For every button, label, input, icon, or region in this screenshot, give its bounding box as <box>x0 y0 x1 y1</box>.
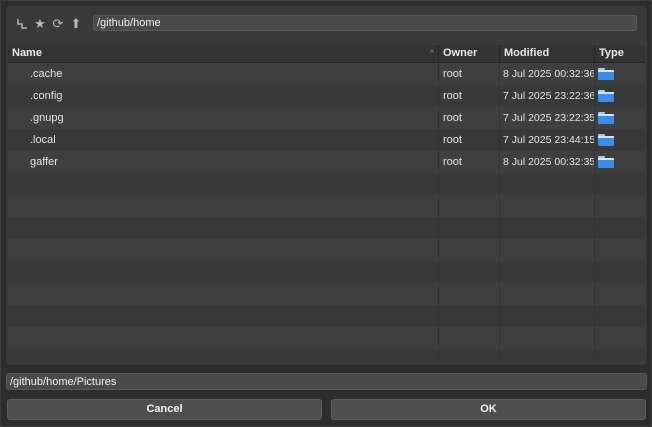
cell-name: .local <box>8 129 439 151</box>
path-input[interactable] <box>93 15 637 31</box>
cell-name: .gnupg <box>8 107 439 129</box>
empty-table-row <box>8 349 645 363</box>
folder-icon <box>598 90 614 102</box>
cell-type <box>595 129 645 151</box>
column-header-type[interactable]: Type <box>595 45 645 62</box>
cell-name <box>8 283 439 305</box>
folder-icon <box>598 68 614 80</box>
cell-name <box>8 349 439 363</box>
table-row[interactable]: gaffer root 8 Jul 2025 00:32:35 <box>8 151 645 173</box>
cell-owner: root <box>439 151 500 173</box>
cell-type <box>595 85 645 107</box>
table-row[interactable]: .local root 7 Jul 2025 23:44:15 <box>8 129 645 151</box>
cell-modified: 7 Jul 2025 23:22:35 <box>500 107 595 129</box>
cell-modified: 7 Jul 2025 23:44:15 <box>500 129 595 151</box>
cell-type <box>595 217 645 239</box>
cell-modified: 8 Jul 2025 00:32:35 <box>500 151 595 173</box>
cell-modified <box>500 305 595 327</box>
cell-owner <box>439 327 500 349</box>
cell-modified <box>500 239 595 261</box>
cell-type <box>595 349 645 363</box>
cell-type <box>595 261 645 283</box>
cell-name <box>8 173 439 195</box>
empty-table-row <box>8 173 645 195</box>
cell-modified <box>500 173 595 195</box>
cell-type <box>595 305 645 327</box>
empty-table-row <box>8 217 645 239</box>
table-row[interactable]: .config root 7 Jul 2025 23:22:36 <box>8 85 645 107</box>
cell-type <box>595 239 645 261</box>
column-header-name-label: Name <box>12 47 42 59</box>
column-header-type-label: Type <box>599 47 624 59</box>
folder-icon <box>598 134 614 146</box>
refresh-icon[interactable]: ⟳ <box>50 16 66 32</box>
hierarchy-icon[interactable] <box>14 16 30 32</box>
table-row[interactable]: .gnupg root 7 Jul 2025 23:22:35 <box>8 107 645 129</box>
empty-table-row <box>8 261 645 283</box>
bookmark-star-icon[interactable]: ★ <box>32 16 48 32</box>
column-header-owner-label: Owner <box>443 47 478 59</box>
cell-owner <box>439 217 500 239</box>
cell-type <box>595 327 645 349</box>
sort-ascending-icon: ^ <box>429 48 434 58</box>
cancel-button[interactable]: Cancel <box>7 399 322 420</box>
cell-name <box>8 217 439 239</box>
cell-modified: 7 Jul 2025 23:22:36 <box>500 85 595 107</box>
cell-type <box>595 107 645 129</box>
hierarchy-icon-svg <box>17 19 27 29</box>
selection-path-input[interactable] <box>6 373 647 390</box>
empty-table-row <box>8 195 645 217</box>
cell-name <box>8 305 439 327</box>
cell-name <box>8 327 439 349</box>
cell-type <box>595 151 645 173</box>
column-header-name[interactable]: Name ^ <box>8 45 439 62</box>
empty-table-row <box>8 239 645 261</box>
cell-owner <box>439 195 500 217</box>
empty-table-row <box>8 305 645 327</box>
table-body: .cache root 8 Jul 2025 00:32:36 .config root… <box>8 63 645 363</box>
up-arrow-icon[interactable]: ⬆ <box>68 16 84 32</box>
cell-owner <box>439 173 500 195</box>
cell-owner: root <box>439 63 500 85</box>
cell-owner <box>439 283 500 305</box>
table-row[interactable]: .cache root 8 Jul 2025 00:32:36 <box>8 63 645 85</box>
column-header-modified[interactable]: Modified <box>500 45 595 62</box>
cell-modified <box>500 217 595 239</box>
cell-owner <box>439 261 500 283</box>
file-browser-dialog: ★ ⟳ ⬆ Name ^ Owner Modified Type <box>0 0 652 427</box>
cell-modified <box>500 195 595 217</box>
cell-type <box>595 195 645 217</box>
cell-name: .config <box>8 85 439 107</box>
table-header: Name ^ Owner Modified Type <box>8 45 645 63</box>
cell-modified: 8 Jul 2025 00:32:36 <box>500 63 595 85</box>
file-browser-panel: ★ ⟳ ⬆ Name ^ Owner Modified Type <box>6 6 647 365</box>
cell-name <box>8 261 439 283</box>
cell-owner <box>439 349 500 363</box>
folder-icon <box>598 156 614 168</box>
cell-modified <box>500 261 595 283</box>
toolbar: ★ ⟳ ⬆ <box>6 6 647 44</box>
cell-type <box>595 173 645 195</box>
empty-table-row <box>8 327 645 349</box>
cell-type <box>595 283 645 305</box>
cell-owner: root <box>439 85 500 107</box>
cell-name <box>8 239 439 261</box>
empty-table-row <box>8 283 645 305</box>
column-header-owner[interactable]: Owner <box>439 45 500 62</box>
cell-modified <box>500 283 595 305</box>
cell-modified <box>500 327 595 349</box>
cell-owner <box>439 239 500 261</box>
cell-owner <box>439 305 500 327</box>
cell-name: gaffer <box>8 151 439 173</box>
cell-modified <box>500 349 595 363</box>
folder-icon <box>598 112 614 124</box>
ok-button[interactable]: OK <box>331 399 646 420</box>
file-table: Name ^ Owner Modified Type .cache root 8 J… <box>8 45 645 363</box>
cell-type <box>595 63 645 85</box>
cell-owner: root <box>439 107 500 129</box>
cell-name: .cache <box>8 63 439 85</box>
cell-owner: root <box>439 129 500 151</box>
column-header-modified-label: Modified <box>504 47 550 59</box>
cell-name <box>8 195 439 217</box>
